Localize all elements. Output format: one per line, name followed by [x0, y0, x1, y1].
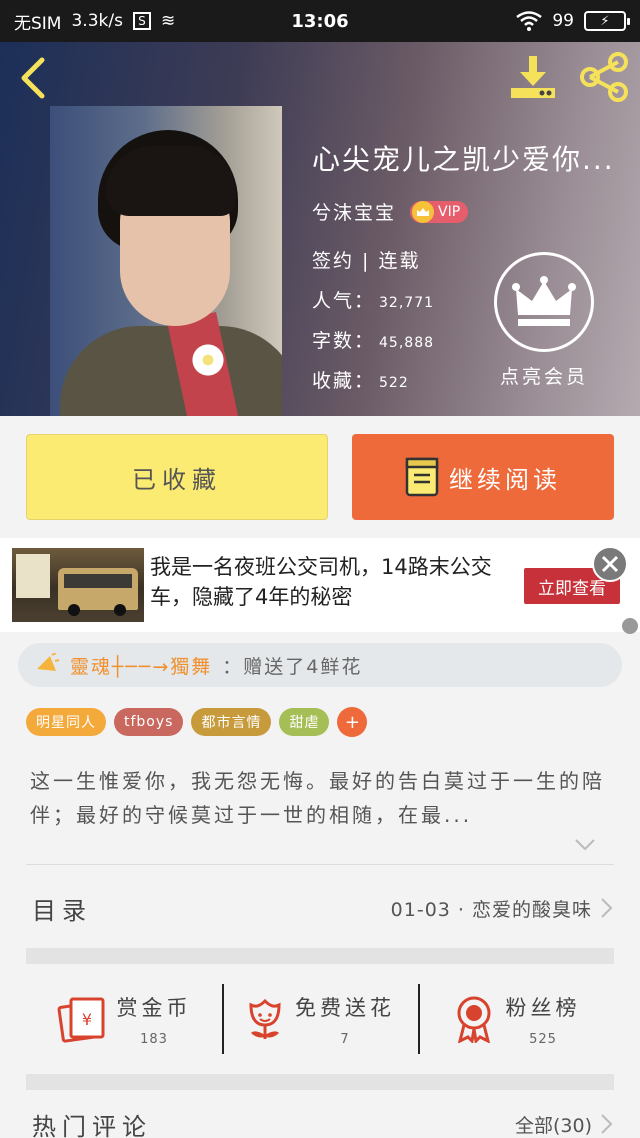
- share-icon[interactable]: [578, 52, 630, 102]
- add-tag-button[interactable]: +: [337, 707, 368, 737]
- medal-icon: [457, 996, 490, 1043]
- hot-comments-header[interactable]: 热门评论 全部(30): [26, 1104, 614, 1138]
- vip-label: VIP: [438, 203, 461, 220]
- chevron-right-icon: [601, 1114, 613, 1134]
- book-synopsis[interactable]: 这一生惟爱你，我无怨无悔。最好的告白莫过于一生的陪伴；最好的守候莫过于一世的相随…: [30, 764, 610, 832]
- ad-close-button[interactable]: [592, 546, 628, 582]
- svg-text:¥: ¥: [81, 1010, 91, 1029]
- ad-image[interactable]: [12, 548, 144, 622]
- book-status: 签约 | 连载: [312, 250, 421, 272]
- book-icon: [405, 457, 439, 497]
- wifi-icon: [516, 11, 543, 31]
- stats-row: ¥ 赏金币 183 免费送花 7 粉丝榜 525: [26, 966, 614, 1072]
- catalog-label: 目录: [32, 896, 92, 925]
- stat-label: 赏金币: [116, 995, 192, 1020]
- chevron-right-icon: [601, 898, 613, 918]
- continue-reading-button[interactable]: 继续阅读: [352, 434, 614, 520]
- section-separator: [26, 1074, 614, 1090]
- stat-count: 183: [140, 1031, 168, 1047]
- book-header: 心尖宠儿之凯少爱你... 兮沫宝宝 VIP 签约 | 连载 人气： 32,771 …: [0, 42, 640, 416]
- favorites-value: 522: [379, 375, 409, 391]
- tag-list: 明星同人 tfboys 都市言情 甜虐 +: [26, 707, 368, 737]
- free-flower-button[interactable]: 免费送花 7: [222, 966, 418, 1072]
- stat-label: 粉丝榜: [505, 995, 581, 1020]
- author-row: 兮沫宝宝 VIP: [312, 198, 469, 225]
- popularity-row: 人气： 32,771: [312, 286, 434, 313]
- favorites-label: 收藏：: [312, 370, 376, 392]
- battery-icon: ⚡: [584, 11, 630, 31]
- red-envelope-icon: ¥: [57, 997, 104, 1043]
- reward-coins-button[interactable]: ¥ 赏金币 183: [26, 966, 222, 1072]
- status-bar: 无SIM 3.3k/s S ≋ 13:06 99 ⚡: [0, 0, 640, 42]
- stat-count: 7: [340, 1031, 350, 1047]
- crown-icon: [512, 276, 576, 326]
- member-button[interactable]: [494, 252, 594, 352]
- action-buttons: 已收藏 继续阅读: [0, 416, 640, 538]
- close-icon: [601, 555, 619, 573]
- fan-action: ：赠送了4鲜花: [222, 655, 363, 678]
- catalog-row[interactable]: 目录 01-03 · 恋爱的酸臭味: [26, 868, 614, 948]
- book-title: 心尖宠儿之凯少爱你...: [312, 143, 615, 176]
- ad-info-icon[interactable]: [622, 618, 638, 634]
- popularity-value: 32,771: [379, 295, 435, 311]
- chevron-down-icon[interactable]: [574, 838, 596, 852]
- stat-label: 免费送花: [295, 995, 395, 1020]
- carrier-text: 无SIM: [14, 13, 62, 34]
- vip-badge: VIP: [410, 200, 469, 223]
- section-separator: [26, 948, 614, 964]
- continue-reading-label: 继续阅读: [449, 465, 561, 494]
- popularity-label: 人气：: [312, 290, 376, 312]
- hot-comments-label: 热门评论: [32, 1112, 152, 1138]
- author-name[interactable]: 兮沫宝宝: [312, 198, 396, 225]
- divider: [26, 864, 614, 865]
- collected-button[interactable]: 已收藏: [26, 434, 328, 520]
- flower-icon: [249, 998, 281, 1039]
- fan-gift-strip[interactable]: 靈魂┼──→獨舞 ：赠送了4鲜花: [18, 643, 622, 687]
- words-row: 字数： 45,888: [312, 326, 434, 353]
- tag-chip[interactable]: tfboys: [114, 708, 184, 736]
- crown-icon: [412, 200, 435, 223]
- favorites-row: 收藏： 522: [312, 366, 409, 393]
- member-label[interactable]: 点亮会员: [488, 362, 600, 389]
- latest-chapter: 01-03 · 恋爱的酸臭味: [390, 898, 592, 921]
- ad-banner[interactable]: 我是一名夜班公交司机，14路末公交车，隐藏了4年的秘密 立即查看: [0, 538, 640, 634]
- fan-name: 靈魂┼──→獨舞: [70, 655, 213, 678]
- all-comments-link[interactable]: 全部(30): [515, 1111, 592, 1138]
- words-label: 字数：: [312, 330, 376, 352]
- download-icon[interactable]: [508, 54, 558, 100]
- sim-icon: S: [132, 12, 151, 30]
- notification-icon: ≋: [160, 11, 176, 31]
- stat-count: 525: [529, 1031, 557, 1047]
- tag-chip[interactable]: 甜虐: [279, 708, 330, 736]
- battery-percent: 99: [552, 11, 574, 31]
- ad-text[interactable]: 我是一名夜班公交司机，14路末公交车，隐藏了4年的秘密: [150, 552, 510, 612]
- fan-rank-button[interactable]: 粉丝榜 525: [418, 966, 614, 1072]
- network-speed: 3.3k/s: [71, 11, 123, 31]
- megaphone-icon: [37, 653, 60, 671]
- book-cover-image[interactable]: [50, 106, 282, 416]
- back-arrow-icon[interactable]: [14, 56, 54, 100]
- tag-chip[interactable]: 明星同人: [26, 708, 106, 736]
- words-value: 45,888: [379, 335, 435, 351]
- tag-chip[interactable]: 都市言情: [191, 708, 272, 736]
